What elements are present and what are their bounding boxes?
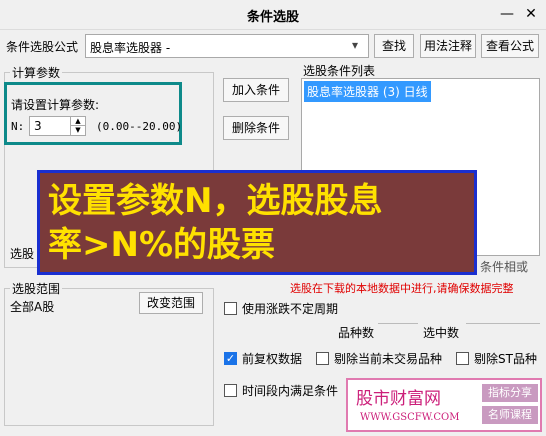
time-range-label: 时间段内满足条件 xyxy=(242,384,339,398)
watermark-name: 股市财富网 xyxy=(356,389,441,409)
conditions-list-label: 选股条件列表 xyxy=(303,64,376,78)
exclude-untraded-label: 剔除当前未交易品种 xyxy=(334,352,443,366)
params-group-legend: 计算参数 xyxy=(10,64,63,81)
use-limit-checkbox[interactable] xyxy=(224,302,237,315)
spin-down-icon[interactable]: ▼ xyxy=(70,126,85,135)
usage-notes-button[interactable]: 用法注释 xyxy=(420,34,476,58)
forward-adjust-label: 前复权数据 xyxy=(242,352,303,366)
close-button[interactable]: ✕ xyxy=(520,2,542,26)
param-n-range: (0.00--20.00) xyxy=(96,120,183,133)
minimize-button[interactable]: — xyxy=(496,2,518,26)
list-item[interactable]: 股息率选股器 (3) 日线 xyxy=(304,81,431,102)
param-n-value[interactable]: 3 xyxy=(34,119,42,133)
watermark-logo: 股市财富网 WWW.GSCFW.COM 指标分享 名师课程 xyxy=(346,378,542,432)
exclude-st-label: 剔除ST品种 xyxy=(474,352,537,366)
variety-count-field xyxy=(378,323,418,341)
watermark-tag-1: 指标分享 xyxy=(482,384,538,402)
params-prompt: 请设置计算参数: xyxy=(11,98,100,112)
annotation-overlay: 设置参数N，选股股息 率>N%的股票 xyxy=(37,170,477,275)
param-n-label: N: xyxy=(11,120,25,133)
annotation-line-2: 率>N%的股票 xyxy=(48,225,276,265)
view-formula-button[interactable]: 查看公式 xyxy=(481,34,539,58)
window-title: 条件选股 xyxy=(246,10,299,25)
params-partial-label: 选股 xyxy=(10,247,35,261)
find-button[interactable]: 查找 xyxy=(374,34,414,58)
chevron-down-icon[interactable]: ▾ xyxy=(352,38,358,52)
data-notice: 选股在下载的本地数据中进行,请确保数据完整 xyxy=(290,282,514,295)
formula-select-value: 股息率选股器 - xyxy=(90,41,171,55)
watermark-tag-2: 名师课程 xyxy=(482,406,538,424)
range-value: 全部A股 xyxy=(10,300,55,314)
range-group-legend: 选股范围 xyxy=(10,280,63,297)
change-range-button[interactable]: 改变范围 xyxy=(139,292,203,314)
time-range-checkbox[interactable] xyxy=(224,384,237,397)
add-condition-button[interactable]: 加入条件 xyxy=(223,78,289,102)
param-n-spinner[interactable]: 3 ▲ ▼ xyxy=(29,116,86,136)
exclude-st-checkbox[interactable] xyxy=(456,352,469,365)
spin-up-icon[interactable]: ▲ xyxy=(70,117,85,126)
variety-count-label: 品种数 xyxy=(338,326,375,340)
selected-count-label: 选中数 xyxy=(423,326,460,340)
or-conditions-partial[interactable]: 条件相或 xyxy=(480,258,528,275)
formula-select[interactable]: 股息率选股器 - ▾ xyxy=(85,34,369,58)
delete-condition-button[interactable]: 删除条件 xyxy=(223,116,289,140)
annotation-line-1: 设置参数N，选股股息 xyxy=(48,181,383,221)
selected-count-field xyxy=(466,323,540,341)
forward-adjust-checkbox[interactable]: ✓ xyxy=(224,352,237,365)
use-limit-label: 使用涨跌不定周期 xyxy=(242,302,339,316)
watermark-url: WWW.GSCFW.COM xyxy=(360,412,460,423)
exclude-untraded-checkbox[interactable] xyxy=(316,352,329,365)
formula-label: 条件选股公式 xyxy=(6,40,79,54)
